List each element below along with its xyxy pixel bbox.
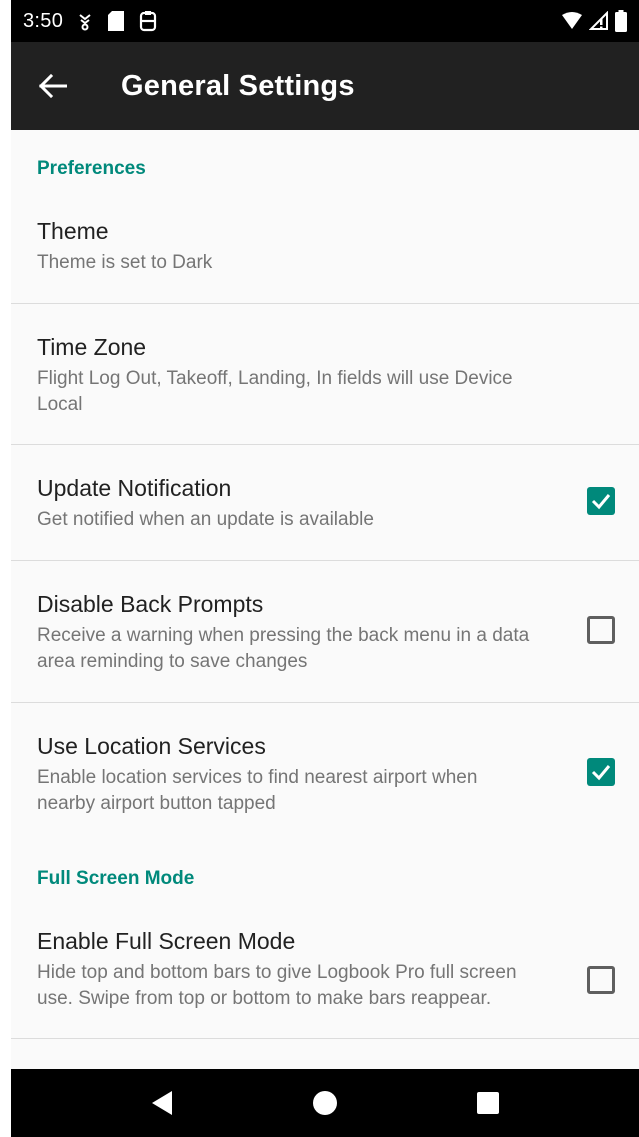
section-header-preferences: Preferences: [37, 158, 146, 179]
navigation-bar: [11, 1069, 639, 1137]
pref-summary: Theme is set to Dark: [37, 252, 213, 273]
pref-summary: Enable location services to find nearest…: [37, 767, 478, 814]
page-title: General Settings: [121, 69, 355, 102]
signal-icon: [589, 11, 609, 31]
pref-theme[interactable]: Theme Theme is set to Dark: [11, 216, 639, 276]
pref-update-notification[interactable]: Update Notification Get notified when an…: [11, 473, 639, 533]
clipboard-icon: [139, 10, 157, 32]
disable-back-prompts-checkbox[interactable]: [587, 616, 615, 644]
battery-icon: [615, 10, 627, 32]
enable-full-screen-mode-checkbox[interactable]: [587, 966, 615, 994]
pref-title: Theme: [37, 218, 109, 244]
nav-home-button[interactable]: [295, 1073, 355, 1133]
screen: 3:50 General Settings Preferences Theme …: [11, 0, 639, 1137]
wifi-icon: [561, 12, 583, 30]
update-notification-checkbox[interactable]: [587, 487, 615, 515]
status-icons-right: [561, 10, 627, 32]
pref-enable-full-screen-mode[interactable]: Enable Full Screen Mode Hide top and bot…: [11, 926, 639, 1012]
app-bar: General Settings: [11, 42, 639, 130]
wifi-assist-icon: [77, 11, 93, 31]
pref-title: Enable Full Screen Mode: [37, 928, 296, 954]
pref-title: Use Location Services: [37, 733, 266, 759]
pref-summary: Get notified when an update is available: [37, 509, 374, 530]
settings-list: Preferences Theme Theme is set to Dark T…: [11, 130, 639, 1039]
pref-use-location-services[interactable]: Use Location Services Enable location se…: [11, 731, 639, 817]
status-bar: 3:50: [11, 0, 639, 42]
back-button[interactable]: [21, 42, 85, 130]
nav-recents-button[interactable]: [458, 1073, 518, 1133]
use-location-services-checkbox[interactable]: [587, 758, 615, 786]
status-time: 3:50: [23, 9, 64, 32]
pref-disable-back-prompts[interactable]: Disable Back Prompts Receive a warning w…: [11, 589, 639, 675]
recents-square-icon: [476, 1092, 499, 1114]
pref-summary: Flight Log Out, Takeoff, Landing, In fie…: [37, 368, 513, 415]
pref-title: Disable Back Prompts: [37, 591, 264, 617]
pref-summary: Hide top and bottom bars to give Logbook…: [37, 962, 517, 1009]
arrow-back-icon: [39, 74, 67, 98]
status-icons-left: [77, 10, 157, 32]
checkmark-icon: [591, 494, 611, 510]
back-triangle-icon: [152, 1091, 173, 1115]
checkmark-icon: [591, 765, 611, 781]
home-circle-icon: [312, 1091, 337, 1115]
pref-title: Time Zone: [37, 334, 147, 360]
pref-title: Update Notification: [37, 475, 232, 501]
divider: [11, 1038, 639, 1039]
nav-back-button[interactable]: [132, 1073, 192, 1133]
pref-time-zone[interactable]: Time Zone Flight Log Out, Takeoff, Landi…: [11, 332, 639, 418]
pref-summary: Receive a warning when pressing the back…: [37, 625, 530, 672]
sd-card-icon: [107, 10, 125, 32]
section-header-full-screen-mode: Full Screen Mode: [37, 868, 195, 889]
